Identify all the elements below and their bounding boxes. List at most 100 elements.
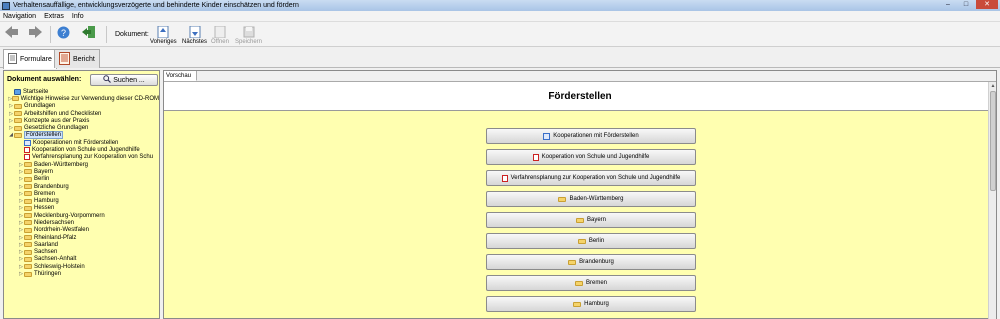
document-tree: Startseite ▷ Wichtige Hinweise zur Verwend… bbox=[4, 88, 159, 278]
tree-item[interactable]: Verfahrensplanung zur Kooperation von Sc… bbox=[4, 154, 159, 161]
link-button[interactable]: Bremen bbox=[486, 275, 696, 291]
main-tabs: Formulare Bericht bbox=[0, 47, 1000, 69]
scrollbar-thumb[interactable] bbox=[990, 91, 996, 191]
help-button[interactable]: ? bbox=[56, 26, 70, 44]
tree-item-label: Gesetzliche Grundlagen bbox=[24, 125, 89, 132]
folder-icon bbox=[24, 169, 32, 175]
close-button[interactable]: ✕ bbox=[976, 0, 998, 9]
tree-item[interactable]: ▷ Sachsen-Anhalt bbox=[4, 256, 159, 263]
svg-text:?: ? bbox=[60, 28, 65, 38]
tab-formulare-label: Formulare bbox=[20, 56, 52, 63]
folder-icon bbox=[14, 103, 22, 109]
document-selector-panel: Dokument auswählen: Suchen ... Startseit… bbox=[3, 70, 160, 319]
folder-icon bbox=[14, 118, 22, 124]
tree-item[interactable]: ▷ Grundlagen bbox=[4, 103, 159, 110]
help-icon: ? bbox=[56, 26, 70, 38]
page-title: Förderstellen bbox=[548, 90, 612, 102]
tab-formulare[interactable]: Formulare bbox=[3, 49, 57, 69]
tree-item[interactable]: ▷ Konzepte aus der Praxis bbox=[4, 117, 159, 124]
pdf-icon bbox=[24, 147, 30, 154]
vertical-scrollbar[interactable]: ▲ bbox=[988, 82, 996, 319]
link-button-label: Hamburg bbox=[584, 301, 609, 307]
pdf-icon bbox=[24, 154, 30, 161]
tree-item-label: Mecklenburg-Vorpommern bbox=[34, 212, 105, 219]
tree-item[interactable]: ▷ Bayern bbox=[4, 168, 159, 175]
document-icon bbox=[543, 132, 551, 140]
minimize-button[interactable]: – bbox=[940, 0, 956, 9]
link-button[interactable]: Brandenburg bbox=[486, 254, 696, 270]
tab-bericht-label: Bericht bbox=[73, 55, 95, 63]
menu-info[interactable]: Info bbox=[72, 13, 84, 20]
tree-item-label: Brandenburg bbox=[34, 183, 69, 190]
tree-item-label: Konzepte aus der Praxis bbox=[24, 117, 90, 124]
link-button[interactable]: Hamburg bbox=[486, 296, 696, 312]
tree-item-label: Sachsen-Anhalt bbox=[34, 256, 77, 263]
scroll-up-icon[interactable]: ▲ bbox=[989, 82, 997, 90]
tree-item[interactable]: Kooperationen mit Förderstellen bbox=[4, 139, 159, 146]
tree-item[interactable]: Kooperation von Schule und Jugendhilfe bbox=[4, 146, 159, 154]
previous-document-button[interactable]: Voheriges bbox=[150, 26, 177, 45]
link-button[interactable]: Kooperationen mit Förderstellen bbox=[486, 128, 696, 144]
previous-document-icon bbox=[156, 26, 170, 38]
tree-item-label: Verfahrensplanung zur Kooperation von Sc… bbox=[32, 154, 154, 161]
exit-icon bbox=[82, 26, 96, 38]
folder-icon bbox=[24, 184, 32, 189]
tree-item[interactable]: ▷ Bremen bbox=[4, 190, 159, 197]
forward-button[interactable] bbox=[28, 26, 42, 44]
search-button[interactable]: Suchen ... bbox=[90, 74, 158, 86]
pdf-icon bbox=[501, 174, 508, 182]
tree-item-label: Hessen bbox=[34, 205, 55, 212]
tree-item[interactable]: ▷ Nordrhein-Westfalen bbox=[4, 227, 159, 234]
tree-item-label: Niedersachsen bbox=[34, 219, 75, 226]
tree-item[interactable]: ▷ Berlin bbox=[4, 176, 159, 183]
link-button[interactable]: Bayern bbox=[486, 212, 696, 228]
back-button[interactable] bbox=[5, 26, 19, 44]
tree-item[interactable]: ▷ Hessen bbox=[4, 205, 159, 212]
tab-vorschau[interactable]: Vorschau bbox=[164, 71, 197, 81]
link-button[interactable]: Berlin bbox=[486, 233, 696, 249]
folder-icon bbox=[573, 301, 582, 307]
folder-icon bbox=[14, 111, 22, 117]
maximize-button[interactable]: □ bbox=[958, 0, 974, 9]
pdf-icon bbox=[532, 153, 539, 161]
tree-item[interactable]: ▷ Arbeitshilfen und Checklisten bbox=[4, 110, 159, 117]
tree-item-label: Kooperation von Schule und Jugendhilfe bbox=[32, 147, 140, 154]
preview-panel: Vorschau Förderstellen Kooperationen mit… bbox=[163, 70, 997, 319]
tree-item[interactable]: ▷ Schleswig-Holstein bbox=[4, 263, 159, 270]
tree-item[interactable]: ▷ Saarland bbox=[4, 241, 159, 248]
link-button-label: Kooperationen mit Förderstellen bbox=[553, 133, 639, 139]
tab-bericht[interactable]: Bericht bbox=[54, 49, 100, 68]
toolbar-separator bbox=[50, 26, 51, 43]
tree-item[interactable]: ◢ Förderstellen bbox=[4, 131, 159, 140]
tree-item[interactable]: ▷ Niedersachsen bbox=[4, 219, 159, 226]
tree-item-label: Kooperationen mit Förderstellen bbox=[33, 139, 119, 146]
tree-item[interactable]: ▷ Brandenburg bbox=[4, 183, 159, 190]
tree-item[interactable]: ▷ Baden-Württemberg bbox=[4, 161, 159, 168]
window-controls: – □ ✕ bbox=[940, 0, 998, 9]
folder-icon bbox=[24, 242, 32, 248]
arrow-right-icon bbox=[28, 26, 42, 38]
menu-extras[interactable]: Extras bbox=[44, 13, 64, 20]
folder-icon bbox=[577, 238, 586, 244]
folder-icon bbox=[574, 280, 583, 286]
next-document-button[interactable]: Nächstes bbox=[182, 26, 208, 45]
tree-item[interactable]: ▷ Wichtige Hinweise zur Verwendung dieser… bbox=[4, 95, 159, 102]
next-document-icon bbox=[188, 26, 202, 38]
tree-item-label: Hamburg bbox=[34, 198, 59, 205]
link-button[interactable]: Kooperation von Schule und Jugendhilfe bbox=[486, 149, 696, 165]
link-button-label: Bayern bbox=[586, 217, 606, 223]
folder-icon bbox=[575, 217, 584, 223]
tree-item[interactable]: ▷ Hamburg bbox=[4, 197, 159, 204]
menu-navigation[interactable]: Navigation bbox=[3, 13, 36, 20]
tree-item[interactable]: ▷ Mecklenburg-Vorpommern bbox=[4, 212, 159, 219]
next-document-label: Nächstes bbox=[182, 39, 208, 45]
tree-item[interactable]: ▷ Rheinland-Pfalz bbox=[4, 234, 159, 241]
link-button[interactable]: Baden-Württemberg bbox=[486, 191, 696, 207]
link-button-label: Berlin bbox=[588, 238, 605, 244]
exit-button[interactable] bbox=[82, 26, 96, 44]
link-button[interactable]: Verfahrensplanung zur Kooperation von Sc… bbox=[486, 170, 696, 186]
link-button-label: Verfahrensplanung zur Kooperation von Sc… bbox=[510, 175, 681, 181]
tree-item[interactable]: Startseite bbox=[4, 88, 159, 95]
tree-item[interactable]: ▷ Thüringen bbox=[4, 270, 159, 277]
tree-item[interactable]: ▷ Sachsen bbox=[4, 249, 159, 256]
